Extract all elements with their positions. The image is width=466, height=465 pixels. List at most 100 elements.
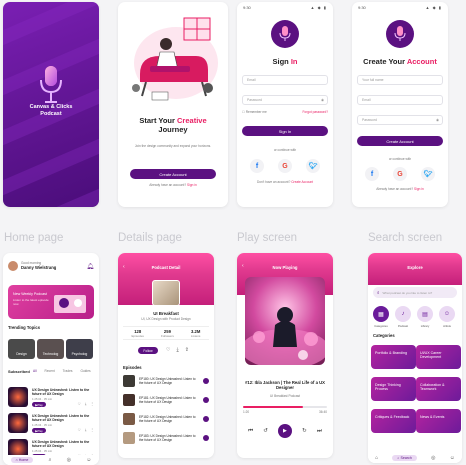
category-circle[interactable]: ☺ <box>439 306 455 322</box>
topic-card[interactable]: Psycholog <box>66 339 93 359</box>
forgot-password-link[interactable]: Forgot password? <box>302 110 328 114</box>
heart-icon[interactable]: ♡ <box>78 428 81 432</box>
signin-link[interactable]: Sign in <box>414 187 424 191</box>
episode-row[interactable]: EP183: UX Design Unleashed: Listen to th… <box>123 431 209 445</box>
search-icon: ⌕ <box>377 290 380 295</box>
featured-banner[interactable]: New Weekly Podcast Listen to the latest … <box>8 285 94 319</box>
category-tile[interactable]: Critiques & Feedback <box>371 409 416 433</box>
download-icon[interactable]: ⤓ <box>85 428 87 432</box>
progress-track[interactable] <box>243 406 327 408</box>
episode-row[interactable]: UX Design Unleashed: Listen to the futur… <box>8 387 94 409</box>
facebook-button[interactable]: f <box>365 167 379 181</box>
nav-profile-icon[interactable]: ☺ <box>86 457 91 463</box>
topic-card[interactable]: Design <box>8 339 35 359</box>
filter-tab[interactable]: Recent <box>45 369 55 373</box>
episode-title: EP183: UX Design Unleashed: Listen to th… <box>139 434 196 442</box>
episode-play-button[interactable] <box>203 378 209 384</box>
category-tile[interactable]: UI/UX Career Development <box>416 345 461 369</box>
facebook-button[interactable]: f <box>250 159 264 173</box>
filter-tab[interactable]: Trades <box>63 369 73 373</box>
section-search-label: Search screen <box>368 232 443 244</box>
episode-row[interactable]: EP182: UX Design Unleashed: Listen to th… <box>123 412 209 426</box>
episode-play-button[interactable]: ▶ Play <box>32 428 46 433</box>
category-circle[interactable]: ♪ <box>395 306 411 322</box>
topic-card[interactable]: Technolog <box>37 339 64 359</box>
category-tile-label: Critiques & Feedback <box>375 415 410 419</box>
episode-title: EP182: UX Design Unleashed: Listen to th… <box>139 415 196 423</box>
category-tile-label: Design Thinking Process <box>375 383 401 391</box>
nav-library-icon[interactable]: ◎ <box>431 455 435 461</box>
password-field[interactable]: Password ◉ <box>357 115 443 125</box>
download-icon[interactable]: ⤓ <box>85 402 87 406</box>
search-input[interactable]: ⌕ What podcast do you like to listen to? <box>373 287 457 298</box>
follow-button[interactable]: Follow <box>138 347 158 354</box>
google-button[interactable]: G <box>393 167 407 181</box>
category-tile[interactable]: Portfolio & Branding <box>371 345 416 369</box>
episode-actions: ♡ ⤓⋮ <box>78 428 94 432</box>
rewind-icon[interactable]: ↺ <box>263 428 268 434</box>
banner-illustration <box>54 295 86 313</box>
category-tile-label: Portfolio & Branding <box>375 351 407 355</box>
subscribed-label: Subscribed <box>8 369 30 374</box>
remember-checkbox[interactable]: ☐ Remember me <box>242 110 267 114</box>
category-tile[interactable]: Design Thinking Process <box>371 377 416 401</box>
eye-icon[interactable]: ◉ <box>321 98 324 102</box>
user-name: Danny Wielstrang <box>21 265 57 270</box>
category-tile[interactable]: Collaboration & Teamwork <box>416 377 461 401</box>
heart-icon[interactable]: ♡ <box>78 402 81 406</box>
category-tile[interactable]: News & Events <box>416 409 461 433</box>
play-button[interactable]: ▶ <box>277 424 292 438</box>
email-field[interactable]: Email <box>242 75 328 85</box>
nav-library-icon[interactable]: ◎ <box>67 457 71 463</box>
filter-tab[interactable]: Guides <box>80 369 90 373</box>
signin-link[interactable]: Sign in <box>187 183 197 187</box>
onboarding-title: Start Your Creative <box>139 116 207 125</box>
forward-icon[interactable]: ↻ <box>302 428 307 434</box>
filter-tab[interactable]: All <box>33 369 37 373</box>
facebook-icon: f <box>255 162 259 170</box>
episode-play-button[interactable] <box>203 397 209 403</box>
more-icon[interactable]: ⋮ <box>90 428 94 432</box>
nav-home-icon[interactable]: ⌂ <box>375 455 378 461</box>
password-field[interactable]: Password ◉ <box>242 95 328 105</box>
skip-forward-icon[interactable]: ⏭ <box>317 428 322 435</box>
share-icon[interactable]: ⇪ <box>185 347 189 353</box>
search-screen: Explore ⌕ What podcast do you like to li… <box>368 253 462 463</box>
stat-label: Episodes <box>131 334 144 338</box>
facebook-icon: f <box>370 170 374 178</box>
more-icon[interactable]: ⋮ <box>90 402 94 406</box>
create-account-button[interactable]: Create Account <box>357 136 443 146</box>
episode-play-button[interactable] <box>203 416 209 422</box>
name-field[interactable]: Your full name <box>357 75 443 85</box>
trending-label: Trending Topics <box>8 325 41 330</box>
avatar[interactable] <box>8 261 18 271</box>
bell-icon[interactable]: 🔔︎ <box>86 263 94 270</box>
signin-button[interactable]: Sign In <box>242 126 328 136</box>
create-account-button[interactable]: Create Account <box>130 169 216 179</box>
skip-back-icon[interactable]: ⏮ <box>248 428 253 435</box>
eye-icon[interactable]: ◉ <box>436 118 439 122</box>
episode-thumb <box>123 413 135 425</box>
twitter-button[interactable]: 🐦︎ <box>306 159 320 173</box>
category-circle-label: Categories <box>374 324 388 328</box>
category-circle[interactable]: ▤ <box>417 306 433 322</box>
artwork-figure <box>245 307 325 365</box>
nav-search-icon[interactable]: ⌕ <box>49 457 52 463</box>
episode-row[interactable]: EP181: UX Design Unleashed: Listen to th… <box>123 393 209 407</box>
category-circle[interactable]: ▦ <box>373 306 389 322</box>
episode-play-button[interactable] <box>203 435 209 441</box>
twitter-button[interactable]: 🐦︎ <box>421 167 435 181</box>
splash-screen: Canvas & Clicks Podcast <box>3 2 99 207</box>
email-field[interactable]: Email <box>357 95 443 105</box>
google-button[interactable]: G <box>278 159 292 173</box>
download-icon[interactable]: ⤓ <box>176 347 178 353</box>
nav-home[interactable]: ⌂ Home <box>10 457 34 463</box>
episode-title: EP180: UX Design Unleashed: Listen to th… <box>139 377 196 385</box>
episode-row[interactable]: EP180: UX Design Unleashed: Listen to th… <box>123 374 209 388</box>
episode-row[interactable]: UX Design Unleashed: Listen to the futur… <box>8 413 94 435</box>
nav-profile-icon[interactable]: ☺ <box>450 455 455 461</box>
heart-icon[interactable]: ♡ <box>166 347 170 353</box>
nav-search[interactable]: ⌕ Search <box>392 455 417 461</box>
create-account-link[interactable]: Create Account <box>291 180 313 184</box>
episode-play-button[interactable]: ▶ Play <box>32 402 46 407</box>
